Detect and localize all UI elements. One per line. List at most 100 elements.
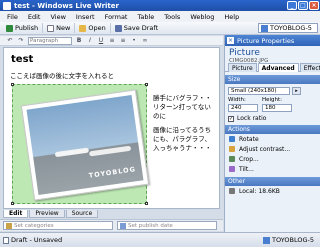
folder-icon (79, 24, 87, 32)
tilt-icon (229, 166, 235, 172)
publish-icon (6, 24, 13, 32)
tilt-action[interactable]: Tilt... (225, 164, 320, 174)
photo-watermark: TOYOBLOG (88, 165, 137, 180)
menu-view[interactable]: View (45, 13, 70, 21)
rotate-action[interactable]: Rotate (225, 134, 320, 144)
menu-edit[interactable]: Edit (23, 13, 46, 21)
link-icon[interactable]: ∞ (141, 37, 149, 44)
blog-selector[interactable]: TOYOBLOG-5 (258, 23, 318, 33)
local-size-row: Local: 18.6KB (225, 186, 320, 196)
menu-bar: File Edit View Insert Format Table Tools… (0, 11, 320, 22)
publish-date-field[interactable]: Set publish date (117, 221, 217, 230)
size-dropdown[interactable]: Small (240x180) (228, 87, 290, 95)
tab-effects[interactable]: Effects (299, 63, 320, 72)
menu-format[interactable]: Format (100, 13, 133, 21)
panel-header: × Picture Properties (225, 35, 320, 46)
airplane-shape (54, 147, 90, 158)
tab-source[interactable]: Source (65, 210, 99, 218)
open-button[interactable]: Open (75, 23, 111, 33)
redo-icon[interactable]: ↷ (17, 37, 25, 44)
width-label: Width: (228, 97, 246, 103)
align-left-icon[interactable]: ≡ (108, 37, 116, 44)
selected-picture[interactable]: TOYOBLOG (11, 83, 150, 205)
undo-icon[interactable]: ↶ (6, 37, 14, 44)
resize-handle[interactable] (145, 83, 148, 86)
picture-info: Picture CIMG0082.JPG (225, 46, 320, 64)
tab-advanced[interactable]: Advanced (257, 63, 299, 72)
save-icon (114, 24, 122, 32)
airport-photo: TOYOBLOG (26, 95, 144, 195)
bold-icon[interactable]: B (75, 37, 83, 44)
title-bar: test - Windows Live Writer _ □ × (0, 0, 320, 11)
picture-label: Picture (229, 48, 260, 58)
categories-placeholder: Set categories (14, 222, 54, 229)
blog-status-text: TOYOBLOG-5 (272, 236, 314, 244)
italic-icon[interactable]: I (86, 37, 94, 44)
rotate-label: Rotate (239, 135, 259, 143)
paragraph-style-value: Paragraph (30, 37, 59, 44)
underline-icon[interactable]: U (97, 37, 105, 44)
new-doc-icon (47, 24, 55, 32)
menu-help[interactable]: Help (219, 13, 244, 21)
size-row: Small (240x180) ▸ (225, 84, 320, 95)
height-field[interactable]: 180 (262, 104, 292, 112)
panel-title: Picture Properties (237, 36, 295, 45)
menu-tools[interactable]: Tools (159, 13, 185, 21)
publish-date-placeholder: Set publish date (128, 222, 173, 229)
app-icon (3, 1, 11, 10)
resize-handle[interactable] (11, 83, 14, 86)
categories-field[interactable]: Set categories (3, 221, 113, 230)
local-size-label: Local: 18.6KB (239, 187, 280, 195)
lock-ratio-row[interactable]: ✓ Lock ratio (225, 112, 320, 122)
resize-handle[interactable] (145, 202, 148, 205)
menu-weblog[interactable]: Weblog (185, 13, 219, 21)
publish-button[interactable]: Publish (2, 23, 44, 33)
tab-picture[interactable]: Picture (228, 63, 257, 72)
lock-ratio-checkbox[interactable]: ✓ (228, 115, 234, 122)
menu-file[interactable]: File (2, 13, 23, 21)
wrapped-line[interactable]: 勝手にバグラフ・・リターン打ってないのに (153, 94, 215, 121)
align-center-icon[interactable]: ≡ (119, 37, 127, 44)
post-editor[interactable]: test ここえば画像の後に文字を入れると TOYOBLOG 勝手にバグラフ・・… (3, 47, 220, 209)
draft-status: Draft - Unsaved (3, 236, 263, 244)
post-title[interactable]: test (11, 54, 33, 65)
window-title: test - Windows Live Writer (14, 1, 119, 10)
menu-insert[interactable]: Insert (71, 13, 100, 21)
close-panel-icon[interactable]: × (227, 37, 234, 44)
height-label: Height: (262, 97, 283, 103)
size-options-icon[interactable]: ▸ (292, 87, 301, 95)
paragraph-style-dropdown[interactable]: Paragraph (28, 36, 72, 45)
view-tabs: Edit Preview Source (3, 209, 220, 218)
new-button[interactable]: New (43, 23, 76, 33)
crop-label: Crop... (239, 155, 259, 163)
resize-handle[interactable] (11, 202, 14, 205)
blog-icon (261, 24, 268, 32)
maximize-icon[interactable]: □ (298, 1, 308, 10)
save-draft-button[interactable]: Save Draft (111, 23, 162, 33)
open-label: Open (88, 24, 106, 32)
minimize-icon[interactable]: _ (287, 1, 297, 10)
publish-label: Publish (15, 24, 39, 32)
other-section-header: Other (225, 177, 320, 186)
crop-action[interactable]: Crop... (225, 154, 320, 164)
blog-icon (263, 236, 271, 244)
airplane-shape (88, 145, 132, 157)
tab-edit[interactable]: Edit (3, 210, 29, 218)
width-field[interactable]: 240 (228, 104, 258, 112)
calendar-icon (120, 222, 126, 229)
close-icon[interactable]: × (309, 1, 319, 10)
menu-table[interactable]: Table (132, 13, 159, 21)
adjust-contrast-action[interactable]: Adjust contrast... (225, 144, 320, 154)
bullet-list-icon[interactable]: • (130, 37, 138, 44)
rotate-icon (229, 136, 235, 142)
tab-preview[interactable]: Preview (29, 210, 65, 218)
crop-icon (229, 156, 235, 162)
adjust-contrast-label: Adjust contrast... (239, 145, 291, 153)
tilt-label: Tilt... (239, 165, 254, 173)
category-icon (6, 222, 12, 229)
blog-selector-label: TOYOBLOG-5 (270, 24, 312, 32)
post-paragraph[interactable]: ここえば画像の後に文字を入れると (10, 70, 114, 80)
wrapped-text[interactable]: 勝手にバグラフ・・リターン打ってないのに 画像に沿ってるうちにも、パラグラフ、入… (153, 94, 215, 158)
wrapped-line[interactable]: 画像に沿ってるうちにも、パラグラフ、入っちゃうナ・・・ (153, 126, 215, 153)
new-label: New (56, 24, 71, 32)
